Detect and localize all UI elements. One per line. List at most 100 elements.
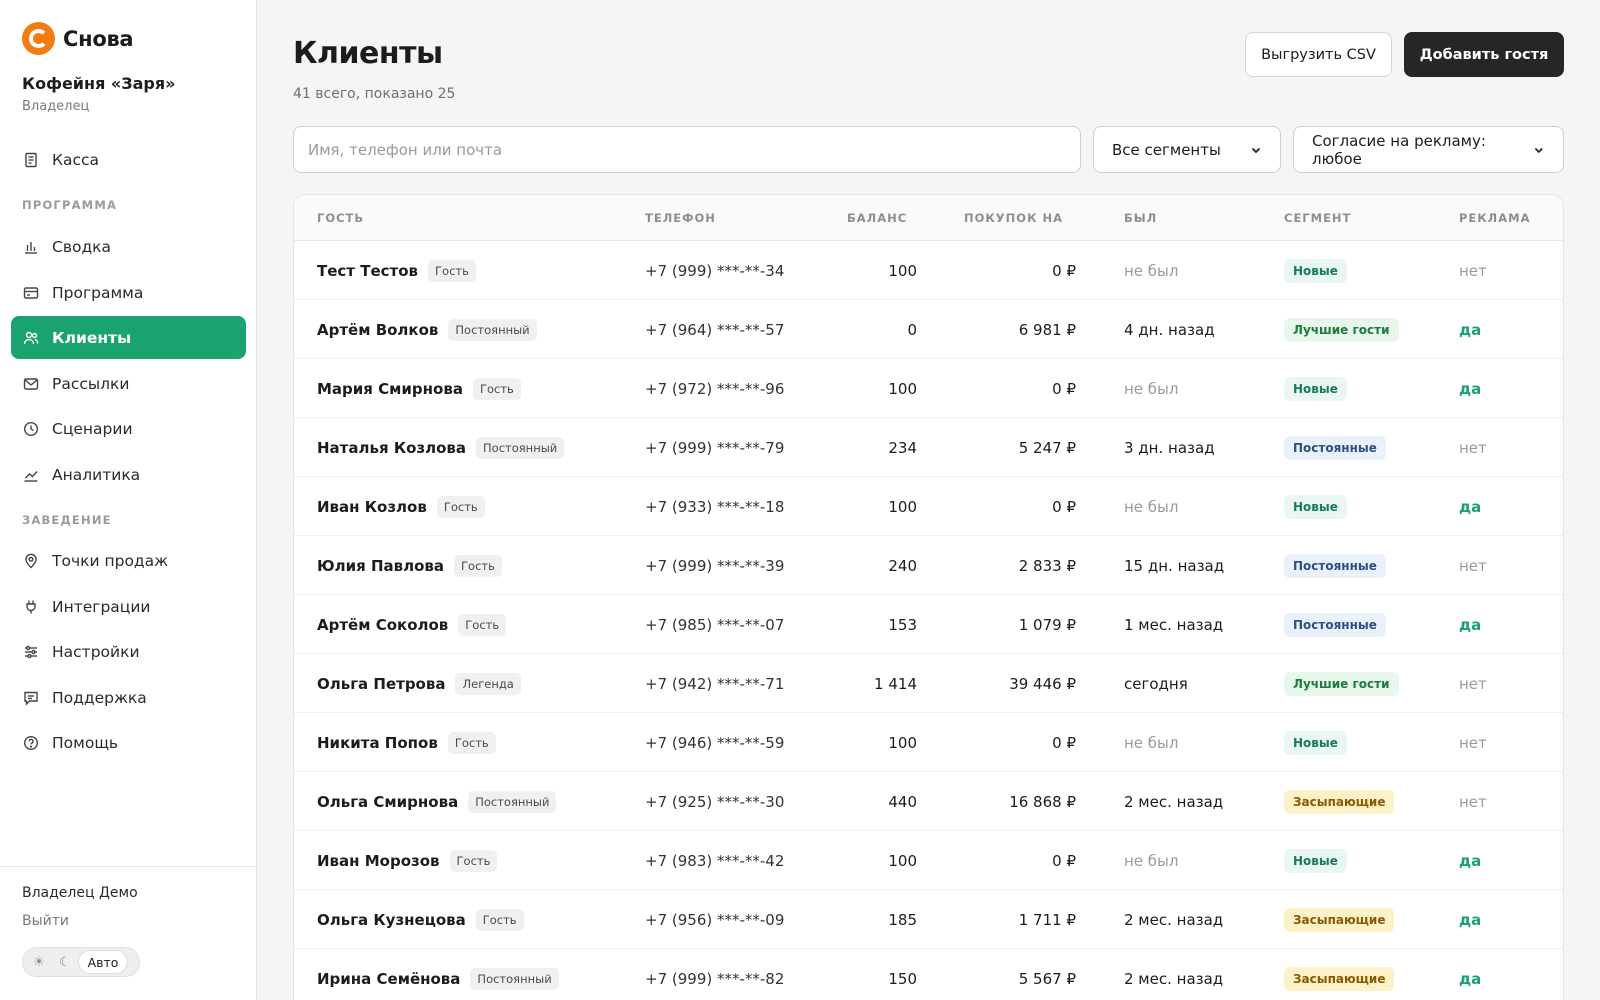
guest-name[interactable]: Наталья Козлова xyxy=(317,439,466,457)
segment-cell: Новые xyxy=(1284,359,1347,418)
segment-badge: Постоянные xyxy=(1284,553,1386,578)
table-row[interactable]: Мария Смирнова Гость +7 (972) ***-**-96 100… xyxy=(294,359,1563,418)
column-header-balance[interactable]: БАЛАНС xyxy=(847,211,907,225)
segment-cell: Новые xyxy=(1284,241,1347,300)
guest-cell: Тест Тестов Гость xyxy=(317,241,476,300)
sidebar-item-label: Клиенты xyxy=(52,328,132,347)
guest-name[interactable]: Ольга Кузнецова xyxy=(317,911,466,929)
balance-cell: 240 xyxy=(888,556,917,575)
sidebar-item-scenarios[interactable]: Сценарии xyxy=(11,407,246,450)
column-header-phone[interactable]: ТЕЛЕФОН xyxy=(645,211,716,225)
last-seen-cell: не был xyxy=(1124,497,1179,516)
last-seen-cell: не был xyxy=(1124,261,1179,280)
sidebar-item-support[interactable]: Поддержка xyxy=(11,676,246,719)
guest-name[interactable]: Артём Волков xyxy=(317,321,438,339)
segment-cell: Новые xyxy=(1284,713,1347,772)
sidebar-item-integrations[interactable]: Интеграции xyxy=(11,585,246,628)
spent-cell: 5 247 ₽ xyxy=(1018,438,1076,457)
segment-badge: Лучшие гости xyxy=(1284,671,1399,696)
table-row[interactable]: Артём Соколов Гость +7 (985) ***-**-07 153 1… xyxy=(294,595,1563,654)
guest-cell: Никита Попов Гость xyxy=(317,713,496,772)
guest-cell: Ирина Семёнова Постоянный xyxy=(317,949,559,1000)
guest-tier-badge: Гость xyxy=(447,731,496,754)
guest-name[interactable]: Ирина Семёнова xyxy=(317,970,460,988)
table-row[interactable]: Ольга Смирнова Постоянный +7 (925) ***-**-… xyxy=(294,772,1563,831)
table-row[interactable]: Иван Морозов Гость +7 (983) ***-**-42 100 0 … xyxy=(294,831,1563,890)
location-pin-icon xyxy=(25,553,37,568)
sidebar-item-analytics[interactable]: Аналитика xyxy=(11,453,246,496)
bar-chart-icon xyxy=(25,241,37,254)
table-row[interactable]: Наталья Козлова Постоянный +7 (999) ***-**… xyxy=(294,418,1563,477)
guest-name[interactable]: Мария Смирнова xyxy=(317,380,463,398)
sidebar-item-label: Программа xyxy=(52,283,144,302)
last-seen-cell: 3 дн. назад xyxy=(1124,438,1215,457)
page-subtitle: 41 всего, показано 25 xyxy=(293,86,456,102)
segment-select[interactable]: Все сегменты xyxy=(1093,126,1281,173)
phone-cell: +7 (999) ***-**-82 xyxy=(645,969,785,988)
venue-role: Владелец xyxy=(22,99,90,114)
spent-cell: 0 ₽ xyxy=(1052,497,1076,516)
last-seen-cell: 2 мес. назад xyxy=(1124,969,1224,988)
table-row[interactable]: Никита Попов Гость +7 (946) ***-**-59 100 0 … xyxy=(294,713,1563,772)
ad-consent-cell: да xyxy=(1459,497,1482,516)
balance-cell: 1 414 xyxy=(874,674,917,693)
table-row[interactable]: Иван Козлов Гость +7 (933) ***-**-18 100 0 ₽… xyxy=(294,477,1563,536)
add-guest-button[interactable]: Добавить гостя xyxy=(1404,32,1564,77)
guest-name[interactable]: Никита Попов xyxy=(317,734,438,752)
guest-name[interactable]: Юлия Павлова xyxy=(317,557,444,575)
guest-tier-badge: Гость xyxy=(475,908,524,931)
sidebar-item-kassa[interactable]: Касса xyxy=(11,138,246,181)
guest-name[interactable]: Ольга Смирнова xyxy=(317,793,458,811)
segment-badge: Новые xyxy=(1284,848,1347,873)
guest-cell: Наталья Козлова Постоянный xyxy=(317,418,565,477)
phone-cell: +7 (942) ***-**-71 xyxy=(645,674,785,693)
sidebar-item-points-of-sale[interactable]: Точки продаж xyxy=(11,539,246,582)
venue-name: Кофейня «Заря» xyxy=(22,74,176,93)
sidebar-item-settings[interactable]: Настройки xyxy=(11,630,246,673)
table-row[interactable]: Ольга Кузнецова Гость +7 (956) ***-**-09 18… xyxy=(294,890,1563,949)
column-header-spent[interactable]: ПОКУПОК НА xyxy=(964,211,1063,225)
sidebar-item-label: Сводка xyxy=(52,237,112,256)
theme-light-sun-icon[interactable]: ☀ xyxy=(26,950,52,974)
table-row[interactable]: Ирина Семёнова Постоянный +7 (999) ***-**-… xyxy=(294,949,1563,1000)
guest-tier-badge: Постоянный xyxy=(476,436,565,459)
segment-cell: Засыпающие xyxy=(1284,949,1395,1000)
table-row[interactable]: Артём Волков Постоянный +7 (964) ***-**-57… xyxy=(294,300,1563,359)
table-row[interactable]: Ольга Петрова Легенда +7 (942) ***-**-71 1 … xyxy=(294,654,1563,713)
guest-cell: Артём Соколов Гость xyxy=(317,595,507,654)
theme-auto-option[interactable]: Авто xyxy=(78,950,128,974)
export-csv-button[interactable]: Выгрузить CSV xyxy=(1245,32,1392,77)
column-header-last-seen[interactable]: БЫЛ xyxy=(1124,211,1157,225)
logout-link[interactable]: Выйти xyxy=(22,913,69,929)
sidebar-item-mailings[interactable]: Рассылки xyxy=(11,362,246,405)
sidebar-item-label: Аналитика xyxy=(52,465,141,484)
spent-cell: 0 ₽ xyxy=(1052,379,1076,398)
guest-name[interactable]: Ольга Петрова xyxy=(317,675,445,693)
guest-name[interactable]: Артём Соколов xyxy=(317,616,448,634)
guest-name[interactable]: Тест Тестов xyxy=(317,262,418,280)
column-header-ads[interactable]: РЕКЛАМА xyxy=(1459,211,1530,225)
sidebar-item-help[interactable]: Помощь xyxy=(11,721,246,764)
column-header-segment[interactable]: СЕГМЕНТ xyxy=(1284,211,1351,225)
theme-dark-moon-icon[interactable]: ☾ xyxy=(52,950,78,974)
guest-name[interactable]: Иван Козлов xyxy=(317,498,427,516)
guest-name[interactable]: Иван Морозов xyxy=(317,852,440,870)
sidebar-item-label: Интеграции xyxy=(52,597,151,616)
sidebar-item-clients[interactable]: Клиенты xyxy=(11,316,246,359)
balance-cell: 100 xyxy=(888,733,917,752)
phone-cell: +7 (999) ***-**-39 xyxy=(645,556,785,575)
sidebar-item-summary[interactable]: Сводка xyxy=(11,225,246,268)
sidebar-item-label: Касса xyxy=(52,150,100,169)
ad-consent-select[interactable]: Согласие на рекламу: любое xyxy=(1293,126,1564,173)
last-seen-cell: 1 мес. назад xyxy=(1124,615,1224,634)
search-input[interactable] xyxy=(293,126,1081,173)
receipt-icon xyxy=(25,152,37,167)
table-row[interactable]: Тест Тестов Гость +7 (999) ***-**-34 100 0 ₽… xyxy=(294,241,1563,300)
clients-table: ГОСТЬ ТЕЛЕФОН БАЛАНС ПОКУПОК НА БЫЛ СЕГМ… xyxy=(293,194,1564,1000)
sidebar-footer: Владелец Демо Выйти ☀ ☾ Авто xyxy=(0,866,256,1000)
column-header-guest[interactable]: ГОСТЬ xyxy=(317,211,364,225)
balance-cell: 440 xyxy=(888,792,917,811)
brand[interactable]: Снова xyxy=(22,22,134,55)
table-row[interactable]: Юлия Павлова Гость +7 (999) ***-**-39 240 2 … xyxy=(294,536,1563,595)
sidebar-item-program[interactable]: Программа xyxy=(11,271,246,314)
